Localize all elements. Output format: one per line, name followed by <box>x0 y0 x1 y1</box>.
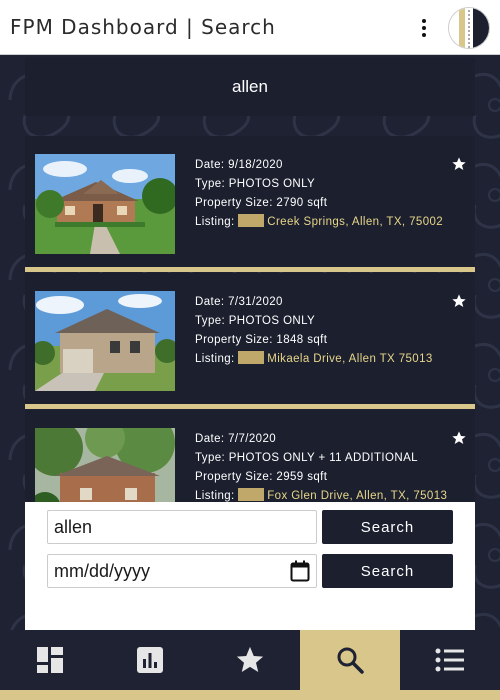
list-item[interactable]: Date: 7/7/2020 Type: PHOTOS ONLY + 11 AD… <box>25 410 475 508</box>
page-title: FPM Dashboard | Search <box>10 15 276 39</box>
listing-size: Property Size: 1848 sqft <box>195 334 328 346</box>
listing-type: Type: PHOTOS ONLY <box>195 315 316 327</box>
listing-date: Date: 7/31/2020 <box>195 296 283 308</box>
nav-dashboard[interactable] <box>0 630 100 690</box>
nav-search[interactable] <box>300 630 400 690</box>
star-icon <box>236 646 264 672</box>
more-options-icon[interactable] <box>414 16 434 40</box>
date-search-button[interactable]: Search <box>322 554 453 588</box>
date-placeholder: mm/dd/yyyy <box>54 560 151 581</box>
search-query-heading: allen <box>25 58 475 116</box>
calendar-icon[interactable] <box>290 560 310 582</box>
favorite-star-icon[interactable] <box>451 156 467 172</box>
listing-date: Date: 7/7/2020 <box>195 433 277 445</box>
search-query-text: allen <box>232 77 268 96</box>
search-panel: allen Search mm/dd/yyyy Search <box>25 502 475 630</box>
listing-address-line: Listing: Mikaela Drive, Allen TX 75013 <box>195 350 465 369</box>
property-photo[interactable] <box>35 291 175 391</box>
search-button[interactable]: Search <box>322 510 453 544</box>
redacted-street-number <box>238 214 265 227</box>
bottom-nav <box>0 630 500 690</box>
listing-info: Date: 7/7/2020 Type: PHOTOS ONLY + 11 AD… <box>195 430 465 506</box>
list-item[interactable]: Date: 9/18/2020 Type: PHOTOS ONLY Proper… <box>25 136 475 272</box>
favorite-star-icon[interactable] <box>451 293 467 309</box>
search-input[interactable]: allen <box>47 510 317 544</box>
listing-size: Property Size: 2959 sqft <box>195 471 328 483</box>
dashboard-icon <box>37 647 63 673</box>
search-icon <box>337 647 364 674</box>
list-item[interactable]: Date: 7/31/2020 Type: PHOTOS ONLY Proper… <box>25 273 475 409</box>
redacted-street-number <box>238 488 265 501</box>
listing-address[interactable]: Fox Glen Drive, Allen, TX, 75013 <box>267 490 447 502</box>
listing-type: Type: PHOTOS ONLY + 11 ADDITIONAL <box>195 452 418 464</box>
listing-type: Type: PHOTOS ONLY <box>195 178 316 190</box>
listing-info: Date: 7/31/2020 Type: PHOTOS ONLY Proper… <box>195 293 465 369</box>
property-photo[interactable] <box>35 428 175 508</box>
listing-info: Date: 9/18/2020 Type: PHOTOS ONLY Proper… <box>195 156 465 232</box>
nav-list[interactable] <box>400 630 500 690</box>
bar-chart-icon <box>137 647 163 673</box>
listing-address-line: Listing: Creek Springs, Allen, TX, 75002 <box>195 213 465 232</box>
results-list[interactable]: Date: 9/18/2020 Type: PHOTOS ONLY Proper… <box>25 128 475 508</box>
app-header: FPM Dashboard | Search <box>0 0 500 55</box>
listing-label: Listing: <box>195 216 235 228</box>
redacted-street-number <box>238 351 265 364</box>
avatar[interactable] <box>448 7 490 49</box>
list-icon <box>435 648 464 672</box>
listing-label: Listing: <box>195 490 235 502</box>
avatar-logo-icon <box>449 8 489 48</box>
favorite-star-icon[interactable] <box>451 430 467 446</box>
listing-size: Property Size: 2790 sqft <box>195 197 328 209</box>
nav-analytics[interactable] <box>100 630 200 690</box>
bottom-accent-strip <box>0 690 500 700</box>
property-photo[interactable] <box>35 154 175 254</box>
date-field[interactable]: mm/dd/yyyy <box>47 554 317 588</box>
listing-date: Date: 9/18/2020 <box>195 159 283 171</box>
listing-address[interactable]: Creek Springs, Allen, TX, 75002 <box>267 216 443 228</box>
nav-favorites[interactable] <box>200 630 300 690</box>
listing-address[interactable]: Mikaela Drive, Allen TX 75013 <box>267 353 432 365</box>
listing-label: Listing: <box>195 353 235 365</box>
